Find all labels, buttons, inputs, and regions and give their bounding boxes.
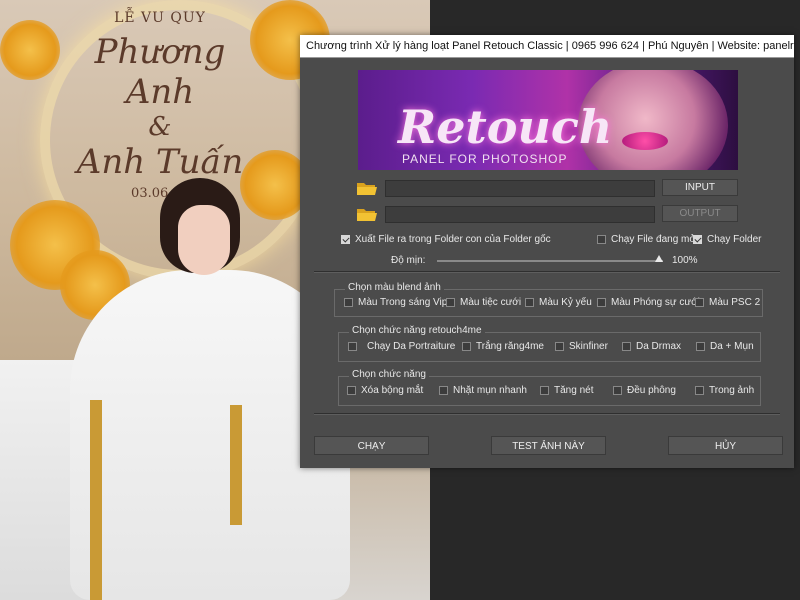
retouch-option-label: Da Drmax xyxy=(636,341,682,352)
blend-checkbox[interactable] xyxy=(597,298,606,307)
function-option-label: Nhặt mụn nhanh xyxy=(453,385,527,396)
function-option[interactable]: Xóa bộng mắt xyxy=(347,385,423,396)
dialog-title: Chương trình Xử lý hàng loạt Panel Retou… xyxy=(300,35,794,58)
function-checkbox[interactable] xyxy=(439,386,448,395)
blend-option-label: Màu PSC 2 xyxy=(709,297,761,308)
function-option-label: Xóa bộng mắt xyxy=(361,385,424,396)
blend-option[interactable]: Màu Kỷ yếu xyxy=(525,297,592,308)
sign-name-2: Anh Tuấn xyxy=(76,142,244,182)
function-option-label: Trong ảnh xyxy=(709,385,755,396)
divider xyxy=(314,413,780,415)
retouch-checkbox[interactable] xyxy=(555,342,564,351)
smoothness-label: Độ mịn: xyxy=(391,255,426,266)
retouch-option[interactable]: Trắng răng4me xyxy=(462,341,544,352)
output-folder-icon[interactable] xyxy=(357,207,377,222)
sign-ampersand: & xyxy=(148,112,172,142)
blend-option-label: Màu tiệc cưới xyxy=(460,297,522,308)
blend-option-label: Màu Phóng sự cưới xyxy=(611,297,700,308)
blend-checkbox[interactable] xyxy=(446,298,455,307)
run-open-file-checkbox[interactable] xyxy=(597,235,606,244)
blend-checkbox[interactable] xyxy=(525,298,534,307)
input-button[interactable]: INPUT xyxy=(662,179,738,196)
wedding-sign: LỄ VU QUY Phương Anh & Anh Tuấn 03.06.20 xyxy=(60,10,260,201)
run-folder-checkbox[interactable] xyxy=(693,235,702,244)
retouch-option-label: Da + Mụn xyxy=(710,341,754,352)
output-path-field[interactable] xyxy=(385,206,655,223)
smoothness-slider[interactable] xyxy=(437,260,663,262)
blend-checkbox[interactable] xyxy=(344,298,353,307)
banner-lips xyxy=(622,132,668,150)
retouch-option-label: Chạy Da Portraiture xyxy=(367,341,456,352)
chair-leg xyxy=(90,400,102,600)
banner-title: Retouch xyxy=(398,100,613,154)
function-option-label: Tăng nét xyxy=(554,385,594,396)
run-folder-label: Chạy Folder xyxy=(707,234,762,245)
function-option[interactable]: Trong ảnh xyxy=(695,385,754,396)
blend-option-label: Màu Trong sáng Vip xyxy=(358,297,448,308)
run-open-file-label: Chạy File đang mở xyxy=(611,234,696,245)
smoothness-value: 100% xyxy=(672,255,698,266)
blend-option[interactable]: Màu Trong sáng Vip xyxy=(344,297,447,308)
retouch-option[interactable]: Skinfiner xyxy=(555,341,608,352)
input-path-field[interactable] xyxy=(385,180,655,197)
blend-option-label: Màu Kỷ yếu xyxy=(539,297,592,308)
function-checkbox[interactable] xyxy=(540,386,549,395)
banner-image: Retouch PANEL FOR PHOTOSHOP xyxy=(358,70,738,170)
function-option-label: Đều phông xyxy=(627,385,676,396)
blend-group-title: Chọn màu blend ảnh xyxy=(345,282,444,293)
blend-option[interactable]: Màu Phóng sự cưới xyxy=(597,297,700,308)
retouch-option[interactable]: Da + Mụn xyxy=(696,341,754,352)
run-open-file-option[interactable]: Chạy File đang mở xyxy=(597,234,696,245)
retouch-checkbox[interactable] xyxy=(462,342,471,351)
flower-decor xyxy=(0,20,60,80)
blend-option[interactable]: Màu PSC 2 xyxy=(695,297,760,308)
export-subfolder-label: Xuất File ra trong Folder con của Folder… xyxy=(355,234,551,245)
function-option[interactable]: Tăng nét xyxy=(540,385,593,396)
function-option[interactable]: Đều phông xyxy=(613,385,676,396)
retouch-checkbox[interactable] xyxy=(696,342,705,351)
batch-dialog: Chương trình Xử lý hàng loạt Panel Retou… xyxy=(300,35,794,468)
banner-subtitle: PANEL FOR PHOTOSHOP xyxy=(402,152,568,166)
function-group-title: Chọn chức năng xyxy=(349,369,429,380)
function-checkbox[interactable] xyxy=(695,386,704,395)
function-option[interactable]: Nhặt mụn nhanh xyxy=(439,385,527,396)
retouch-option-label: Skinfiner xyxy=(569,341,608,352)
output-button[interactable]: OUTPUT xyxy=(662,205,738,222)
test-image-button[interactable]: TEST ẢNH NÀY xyxy=(491,436,606,455)
function-checkbox[interactable] xyxy=(347,386,356,395)
retouch-option-label: Trắng răng4me xyxy=(476,341,544,352)
run-folder-option[interactable]: Chạy Folder xyxy=(693,234,761,245)
cancel-button[interactable]: HỦY xyxy=(668,436,783,455)
sign-name-1: Phương Anh xyxy=(94,32,226,112)
retouch-checkbox[interactable] xyxy=(348,342,357,351)
input-folder-icon[interactable] xyxy=(357,181,377,196)
blend-checkbox[interactable] xyxy=(695,298,704,307)
retouch-option[interactable]: Chạy Da Portraiture xyxy=(348,341,455,352)
export-subfolder-option[interactable]: Xuất File ra trong Folder con của Folder… xyxy=(341,234,551,245)
bride-face xyxy=(178,205,230,275)
sign-heading: LỄ VU QUY xyxy=(114,10,206,26)
blend-option[interactable]: Màu tiệc cưới xyxy=(446,297,521,308)
retouch-group-title: Chọn chức năng retouch4me xyxy=(349,325,485,336)
divider xyxy=(314,271,780,273)
chair-leg xyxy=(230,405,242,525)
smoothness-slider-handle[interactable] xyxy=(655,255,663,262)
export-subfolder-checkbox[interactable] xyxy=(341,235,350,244)
retouch-checkbox[interactable] xyxy=(622,342,631,351)
retouch-option[interactable]: Da Drmax xyxy=(622,341,681,352)
run-button[interactable]: CHẠY xyxy=(314,436,429,455)
function-checkbox[interactable] xyxy=(613,386,622,395)
